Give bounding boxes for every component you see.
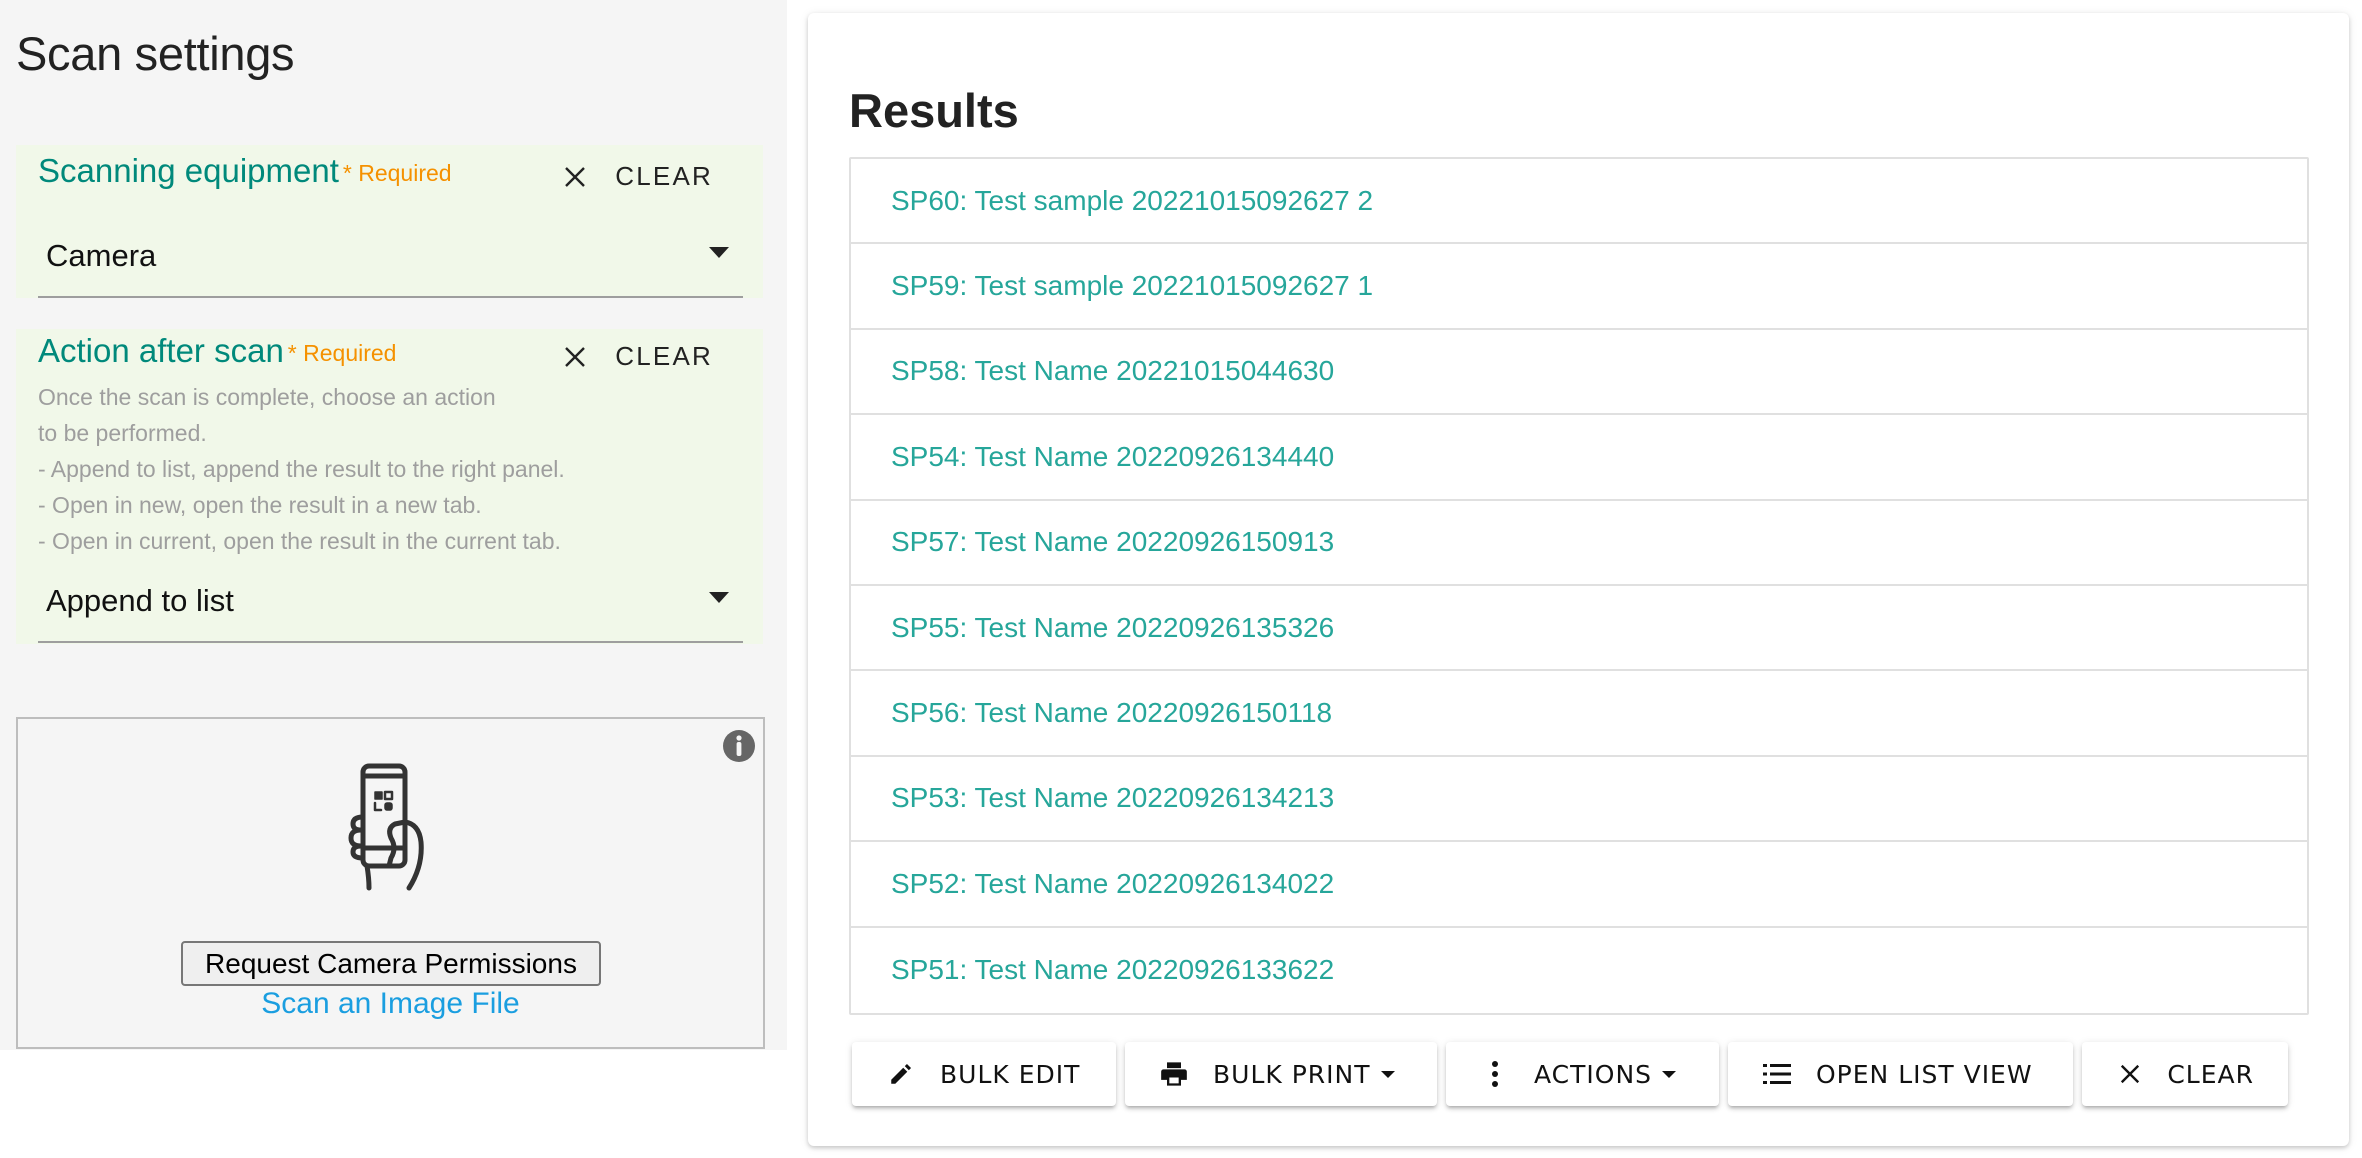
phone-scan-icon — [348, 763, 424, 891]
bulk-print-button[interactable]: BULK PRINT — [1125, 1042, 1437, 1106]
help-line: Once the scan is complete, choose an act… — [38, 384, 496, 410]
help-line: - Open in new, open the result in a new … — [38, 492, 482, 518]
clear-results-button[interactable]: CLEAR — [2082, 1042, 2288, 1106]
actions-label: ACTIONS — [1534, 1059, 1653, 1089]
scanning-equipment-field: Scanning equipment * Required CLEAR Camer… — [16, 145, 763, 298]
clear-label: CLEAR — [615, 161, 713, 191]
scan-image-file-link[interactable]: Scan an Image File — [18, 987, 763, 1021]
result-item[interactable]: SP59: Test sample 20221015092627 1 — [851, 244, 2307, 330]
info-icon[interactable] — [722, 729, 756, 763]
result-item[interactable]: SP54: Test Name 20220926134440 — [851, 415, 2307, 501]
scanner-area: Request Camera Permissions Scan an Image… — [16, 717, 765, 1049]
field-label-text: Action after scan — [38, 332, 284, 369]
results-panel: Results SP60: Test sample 20221015092627… — [808, 13, 2349, 1146]
clear-label: CLEAR — [615, 341, 713, 371]
dropdown-arrow-icon — [709, 247, 729, 258]
clear-results-label: CLEAR — [2167, 1059, 2254, 1089]
result-item[interactable]: SP53: Test Name 20220926134213 — [851, 757, 2307, 843]
select-value: Append to list — [46, 583, 234, 618]
clear-scanning-equipment-button[interactable]: CLEAR — [563, 161, 713, 192]
help-line: to be performed. — [38, 420, 207, 446]
scanning-equipment-label: Scanning equipment * Required — [38, 152, 452, 190]
close-icon — [2116, 1059, 2143, 1089]
printer-icon — [1159, 1059, 1189, 1089]
action-after-scan-field: Action after scan * Required CLEAR Once t… — [16, 329, 763, 644]
select-value: Camera — [46, 238, 157, 273]
action-help-text: Once the scan is complete, choose an act… — [38, 379, 565, 559]
result-item[interactable]: SP52: Test Name 20220926134022 — [851, 842, 2307, 928]
results-list: SP60: Test sample 20221015092627 2 SP59:… — [849, 157, 2309, 1015]
actions-button[interactable]: ACTIONS — [1446, 1042, 1719, 1106]
open-list-view-label: OPEN LIST VIEW — [1816, 1059, 2033, 1089]
scan-settings-panel: Scan settings Scanning equipment * Requir… — [0, 0, 787, 1050]
action-after-scan-select[interactable]: Append to list — [38, 567, 743, 643]
result-item[interactable]: SP58: Test Name 20221015044630 — [851, 330, 2307, 416]
required-marker: * Required — [287, 340, 397, 366]
required-marker: * Required — [342, 160, 452, 186]
page-title: Scan settings — [16, 27, 295, 80]
bulk-edit-label: BULK EDIT — [940, 1059, 1081, 1089]
clear-action-after-scan-button[interactable]: CLEAR — [563, 341, 713, 372]
request-camera-permissions-button[interactable]: Request Camera Permissions — [181, 941, 601, 986]
dropdown-arrow-icon — [709, 592, 729, 603]
field-label-text: Scanning equipment — [38, 152, 339, 189]
close-icon — [565, 166, 586, 187]
open-list-view-button[interactable]: OPEN LIST VIEW — [1728, 1042, 2073, 1106]
results-action-bar: BULK EDIT BULK PRINT ACTIONS OPEN LIST V… — [852, 1042, 2288, 1106]
result-item[interactable]: SP56: Test Name 20220926150118 — [851, 671, 2307, 757]
results-title: Results — [849, 84, 1019, 137]
help-line: - Open in current, open the result in th… — [38, 528, 561, 554]
result-item[interactable]: SP55: Test Name 20220926135326 — [851, 586, 2307, 672]
close-icon — [565, 346, 586, 367]
scanning-equipment-select[interactable]: Camera — [38, 222, 743, 298]
result-item[interactable]: SP57: Test Name 20220926150913 — [851, 501, 2307, 586]
bulk-print-label: BULK PRINT — [1213, 1059, 1371, 1089]
more-vertical-icon — [1480, 1059, 1510, 1089]
action-after-scan-label: Action after scan * Required — [38, 332, 396, 370]
result-item[interactable]: SP60: Test sample 20221015092627 2 — [851, 159, 2307, 245]
list-icon — [1762, 1059, 1792, 1089]
help-line: - Append to list, append the result to t… — [38, 456, 565, 482]
pencil-icon — [886, 1059, 916, 1089]
caret-down-icon — [1380, 1070, 1395, 1078]
result-item[interactable]: SP51: Test Name 20220926133622 — [851, 928, 2307, 1013]
bulk-edit-button[interactable]: BULK EDIT — [852, 1042, 1116, 1106]
caret-down-icon — [1662, 1070, 1677, 1078]
